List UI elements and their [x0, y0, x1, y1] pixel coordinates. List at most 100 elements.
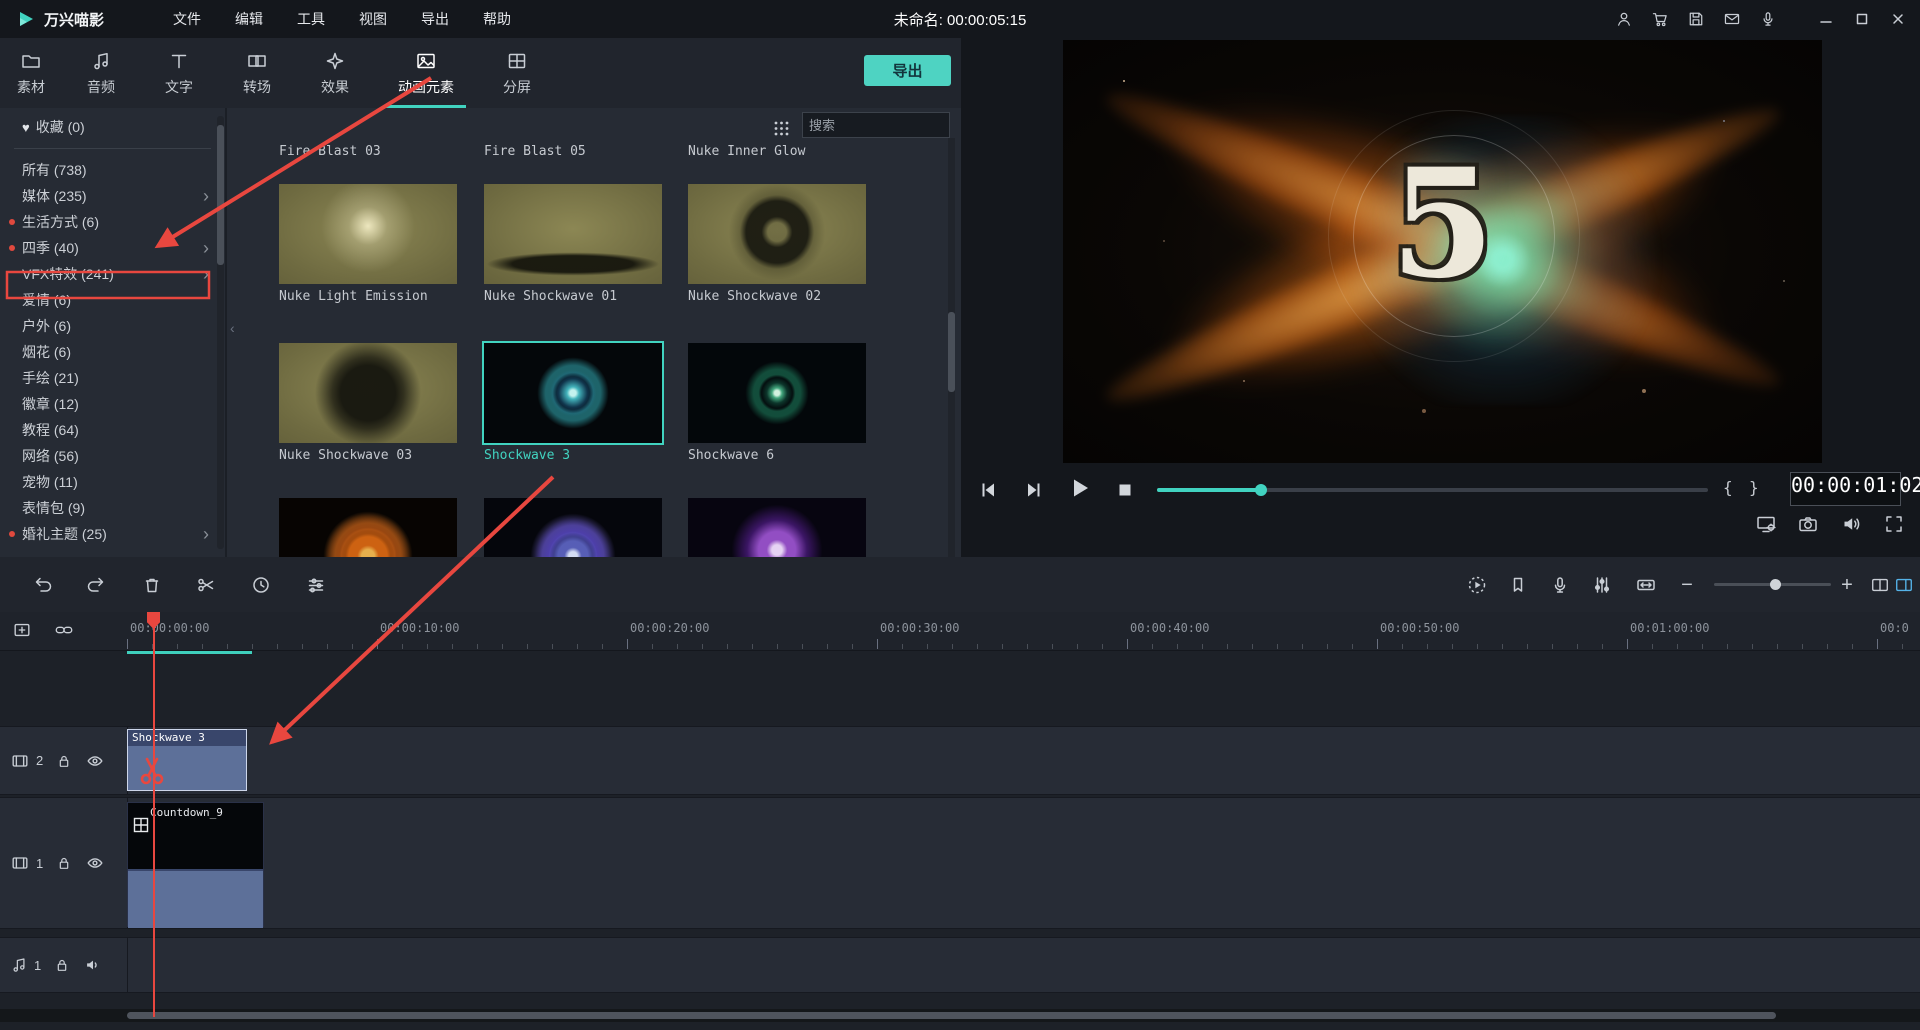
menu-help[interactable]: 帮助 — [466, 0, 528, 38]
audio-mixer-button[interactable] — [1588, 571, 1616, 599]
display-settings-button[interactable] — [1755, 513, 1777, 535]
zoom-slider[interactable] — [1714, 583, 1831, 586]
playhead-line[interactable] — [153, 612, 155, 1017]
sidebar-item-vfx[interactable]: VFX特效 (241)› — [0, 261, 225, 287]
manage-tracks-button[interactable] — [12, 620, 34, 642]
sidebar-item-badges[interactable]: 徽章 (12) — [0, 391, 225, 417]
mic-icon — [1549, 574, 1571, 596]
undo-button[interactable] — [29, 571, 57, 599]
speaker-icon[interactable] — [83, 955, 103, 975]
record-voiceover-button[interactable] — [1546, 571, 1574, 599]
lock-icon[interactable] — [55, 854, 73, 872]
menu-export[interactable]: 导出 — [404, 0, 466, 38]
clip-shockwave-3[interactable]: Shockwave 3 — [127, 729, 247, 791]
tab-splitscreen[interactable]: 分屏 — [478, 38, 556, 108]
fit-timeline-button[interactable] — [1632, 571, 1660, 599]
sidebar-item-fireworks[interactable]: 烟花 (6) — [0, 339, 225, 365]
grid-view-button[interactable] — [770, 117, 792, 139]
sidebar-item-seasons[interactable]: 四季 (40)› — [0, 235, 225, 261]
eye-icon[interactable] — [85, 853, 105, 873]
account-button[interactable] — [1614, 9, 1634, 29]
sidebar-item-wedding[interactable]: 婚礼主题 (25)› — [0, 521, 225, 547]
zoom-in-button[interactable]: + — [1833, 571, 1861, 599]
sidebar-item-handdrawn[interactable]: 手绘 (21) — [0, 365, 225, 391]
clip-video-thumbnail: Countdown_9 — [128, 803, 263, 869]
panel-layout-button-2[interactable] — [1890, 571, 1918, 599]
ruler-label: 00:01:00:00 — [1630, 621, 1709, 635]
tab-elements[interactable]: 动画元素 — [374, 38, 478, 108]
fullscreen-button[interactable] — [1883, 513, 1905, 535]
volume-button[interactable] — [1840, 513, 1862, 535]
close-button[interactable] — [1888, 9, 1908, 29]
sidebar-scrollbar[interactable] — [217, 116, 224, 549]
export-button[interactable]: 导出 — [864, 55, 951, 86]
tab-effects[interactable]: 效果 — [296, 38, 374, 108]
asset-shockwave-3-selected[interactable]: Shockwave 3 — [484, 343, 662, 463]
asset-nuke-shockwave-03[interactable]: Nuke Shockwave 03 — [279, 343, 457, 463]
minimize-button[interactable] — [1816, 9, 1836, 29]
asset-nuke-shockwave-01[interactable]: Nuke Shockwave 01 — [484, 184, 662, 304]
scrollbar-thumb[interactable] — [948, 312, 955, 392]
clip-label: Countdown_9 — [150, 806, 223, 819]
sidebar-item-pets[interactable]: 宠物 (11) — [0, 469, 225, 495]
messages-button[interactable] — [1722, 9, 1742, 29]
split-button[interactable] — [192, 571, 220, 599]
sidebar-item-outdoor[interactable]: 户外 (6) — [0, 313, 225, 339]
sidebar-item-love[interactable]: 爱情 (6) — [0, 287, 225, 313]
asset-nuke-light-emission[interactable]: Nuke Light Emission — [279, 184, 457, 304]
stop-button[interactable] — [1112, 477, 1138, 503]
lock-icon[interactable] — [53, 956, 71, 974]
trash-icon — [141, 574, 163, 596]
previous-frame-button[interactable] — [975, 477, 1001, 503]
sidebar-item-media[interactable]: 媒体 (235)› — [0, 183, 225, 209]
link-clips-button[interactable] — [54, 620, 76, 642]
snapshot-button[interactable] — [1797, 513, 1819, 535]
zoom-out-button[interactable]: − — [1673, 571, 1701, 599]
grid-scrollbar[interactable] — [948, 138, 955, 557]
seek-bar[interactable] — [1157, 488, 1708, 492]
render-preview-button[interactable] — [1463, 571, 1491, 599]
sidebar-item-all[interactable]: 所有 (738) — [0, 157, 225, 183]
sidebar-item-tutorial[interactable]: 教程 (64) — [0, 417, 225, 443]
mark-out-button[interactable]: } — [1749, 478, 1759, 497]
delete-button[interactable] — [138, 571, 166, 599]
menu-file[interactable]: 文件 — [156, 0, 218, 38]
redo-button[interactable] — [82, 571, 110, 599]
tab-text[interactable]: 文字 — [140, 38, 218, 108]
duration-button[interactable] — [247, 571, 275, 599]
sidebar-item-lifestyle[interactable]: 生活方式 (6) — [0, 209, 225, 235]
asset-partial-2[interactable] — [484, 498, 662, 557]
collapse-sidebar-button[interactable]: ‹ — [230, 320, 235, 336]
save-button[interactable] — [1686, 9, 1706, 29]
lock-icon[interactable] — [55, 752, 73, 770]
eye-icon[interactable] — [85, 751, 105, 771]
store-button[interactable] — [1650, 9, 1670, 29]
maximize-button[interactable] — [1852, 9, 1872, 29]
adjust-button[interactable] — [302, 571, 330, 599]
asset-nuke-shockwave-02[interactable]: Nuke Shockwave 02 — [688, 184, 866, 304]
tab-audio[interactable]: 音频 — [62, 38, 140, 108]
next-frame-button[interactable] — [1021, 477, 1047, 503]
asset-shockwave-6[interactable]: Shockwave 6 — [688, 343, 866, 463]
tab-media[interactable]: 素材 — [0, 38, 62, 108]
play-button[interactable] — [1067, 475, 1093, 501]
sidebar-item-emoji[interactable]: 表情包 (9) — [0, 495, 225, 521]
voiceover-res-button[interactable] — [1758, 9, 1778, 29]
mark-in-button[interactable]: { — [1723, 478, 1733, 497]
timeline-hscroll-thumb[interactable] — [127, 1012, 1776, 1019]
tab-transitions[interactable]: 转场 — [218, 38, 296, 108]
menu-edit[interactable]: 编辑 — [218, 0, 280, 38]
clip-countdown-9[interactable]: Countdown_9 — [127, 802, 264, 927]
seek-handle[interactable] — [1255, 484, 1267, 496]
sidebar-item-web[interactable]: 网络 (56) — [0, 443, 225, 469]
menu-tools[interactable]: 工具 — [280, 0, 342, 38]
sidebar-item-favorites[interactable]: ♥收藏 (0) — [0, 114, 225, 140]
video-viewport[interactable]: 5 — [1063, 40, 1822, 463]
asset-partial-1[interactable] — [279, 498, 457, 557]
marker-button[interactable] — [1504, 571, 1532, 599]
scrollbar-thumb[interactable] — [217, 125, 224, 265]
timeline-ruler[interactable]: 00:00:00:00 00:00:10:00 00:00:20:00 00:0… — [0, 612, 1920, 651]
zoom-slider-handle[interactable] — [1770, 579, 1781, 590]
asset-partial-3[interactable] — [688, 498, 866, 557]
menu-view[interactable]: 视图 — [342, 0, 404, 38]
